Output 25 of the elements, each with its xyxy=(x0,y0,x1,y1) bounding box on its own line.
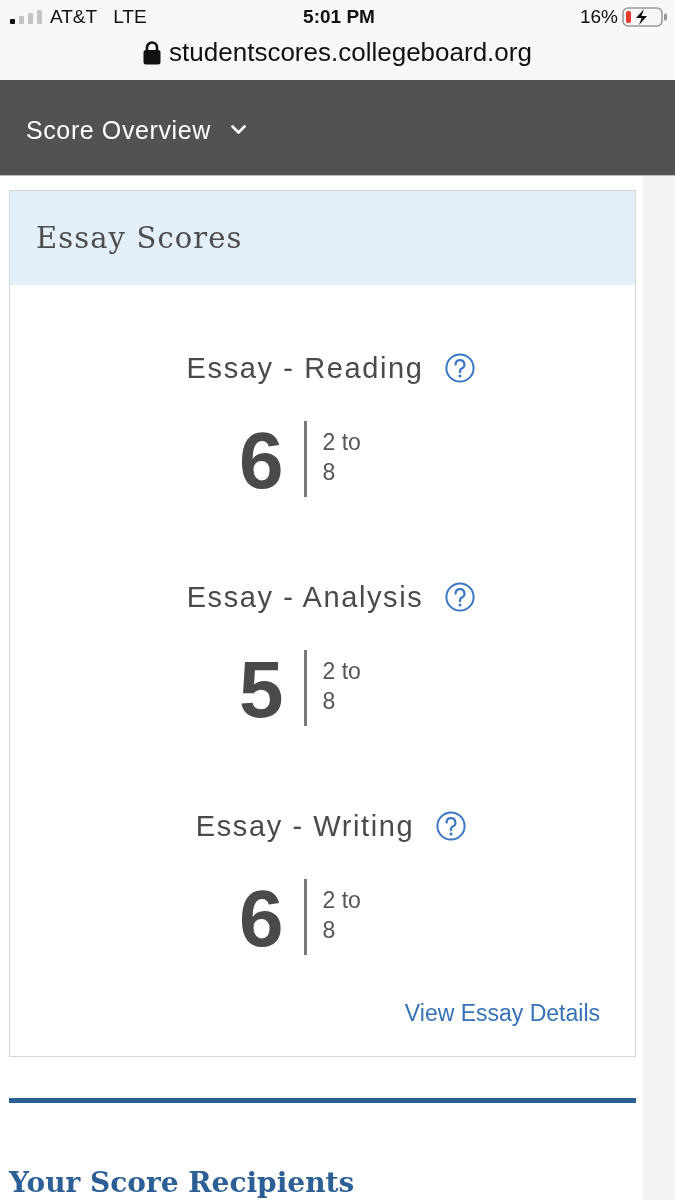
battery-percent: 16% xyxy=(579,4,618,29)
score-title: Essay - Analysis xyxy=(186,580,424,615)
chevron-down-icon[interactable] xyxy=(230,125,246,134)
section-dropdown-button[interactable]: Score Overview xyxy=(26,113,246,146)
carrier-label: AT&T xyxy=(50,4,98,29)
score-value: 6 xyxy=(239,879,284,959)
score-title: Essay - Writing xyxy=(195,809,415,844)
score-value: 6 xyxy=(239,421,284,501)
help-icon[interactable] xyxy=(445,353,476,383)
network-label: LTE xyxy=(113,4,147,29)
lock-icon xyxy=(143,39,162,65)
time-label: 5:01 PM xyxy=(303,4,375,29)
score-range: 2 to 8 xyxy=(322,886,362,945)
score-title: Essay - Reading xyxy=(186,351,424,386)
url-text[interactable]: studentscores.collegeboard.org xyxy=(169,37,532,67)
help-icon[interactable] xyxy=(445,582,476,612)
view-details-link[interactable]: View Essay Details xyxy=(404,1000,600,1026)
score-range: 2 to 8 xyxy=(322,657,362,716)
battery-icon xyxy=(622,7,668,27)
score-range: 2 to 8 xyxy=(322,428,362,487)
card-title: Essay Scores xyxy=(36,220,243,256)
section-heading: Your Score Recipients xyxy=(9,1165,356,1200)
score-value: 5 xyxy=(239,650,284,730)
signal-icon xyxy=(10,10,42,24)
help-icon[interactable] xyxy=(436,811,467,841)
